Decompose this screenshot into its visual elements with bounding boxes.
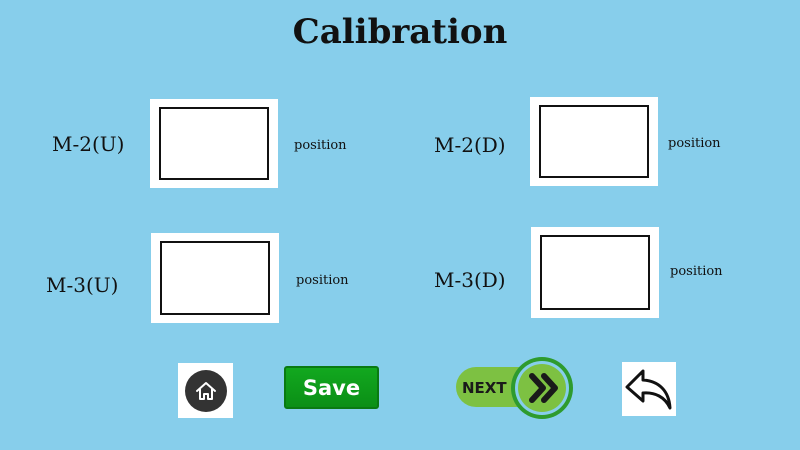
m2d-field-frame	[530, 97, 658, 186]
m2d-position-label: position	[668, 136, 721, 151]
undo-arrow-icon	[625, 369, 672, 410]
m3u-position-label: position	[296, 273, 349, 288]
m2u-field-frame	[150, 99, 278, 188]
m2d-label: M-2(D)	[434, 133, 506, 157]
next-label: NEXT	[462, 379, 507, 397]
m3d-label: M-3(D)	[434, 268, 506, 292]
home-button[interactable]	[178, 363, 233, 418]
m3d-position-input[interactable]	[540, 235, 650, 310]
back-button[interactable]	[622, 362, 676, 416]
m3d-position-label: position	[670, 264, 723, 279]
m3d-field-frame	[531, 227, 659, 318]
m3u-position-input[interactable]	[160, 241, 270, 315]
m3u-field-frame	[151, 233, 279, 323]
m2u-position-input[interactable]	[159, 107, 269, 180]
m2u-label: M-2(U)	[52, 132, 125, 156]
m3u-label: M-3(U)	[46, 273, 119, 297]
home-icon	[184, 369, 227, 412]
page-title: Calibration	[292, 12, 508, 52]
m2d-position-input[interactable]	[539, 105, 649, 178]
save-button[interactable]: Save	[284, 366, 379, 409]
next-button[interactable]: NEXT	[454, 355, 574, 421]
m2u-position-label: position	[294, 138, 347, 153]
